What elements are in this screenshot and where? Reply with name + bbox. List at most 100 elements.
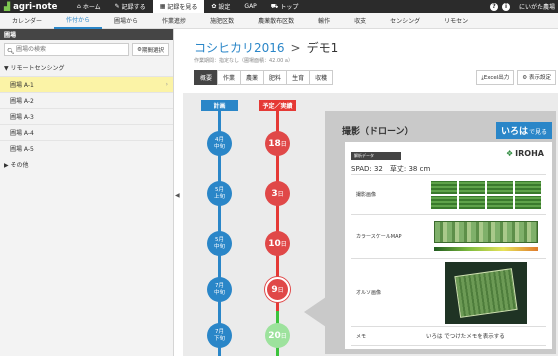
crop-title-link[interactable]: コシヒカリ2016 [194,39,285,56]
subnav-progress[interactable]: 作業進捗 [150,13,198,29]
collapse-sidebar-icon[interactable]: ◀ [175,192,180,199]
tab-pesticide[interactable]: 農薬 [240,70,265,85]
display-settings-label: 表示設定 [528,75,551,81]
subnav-sensing[interactable]: センシング [378,13,432,29]
plan-node[interactable]: 7月 中旬 [207,277,232,302]
nav-view-records[interactable]: ▦ 記録を見る [152,0,205,13]
nav-home[interactable]: ⌂ ホーム [70,0,108,13]
user-menu[interactable]: にいがた農場 [519,2,555,11]
actual-node[interactable]: 18日 [265,131,290,156]
tab-growth[interactable]: 生育 [286,70,311,85]
image-thumbnail[interactable] [459,180,485,194]
sidebar-item-field-a2[interactable]: 圃場 A-2 [0,92,173,108]
group-remote-sensing[interactable]: ▼ リモートセンシング [0,59,173,76]
subnav-rotation[interactable]: 輸作 [306,13,342,29]
color-scale-map[interactable] [426,215,546,258]
image-thumbnails [431,180,541,209]
view-in-iroha-suffix: で見る [528,129,547,136]
nav-top-label: トップ [280,4,299,11]
subnav-by-field[interactable]: 圃場から [102,13,150,29]
actual-node-selected[interactable]: 9日 [265,277,290,302]
subnav-by-crop[interactable]: 作付から [54,13,103,29]
view-in-iroha-button[interactable]: いろは で見る [495,122,552,139]
plan-node[interactable]: 5月 上旬 [207,181,232,206]
subnav-pesticide[interactable]: 農薬散布区数 [246,13,306,29]
actual-node[interactable]: 3日 [265,181,290,206]
row-label: 撮影画像 [356,192,377,198]
sidebar-item-label: 圃場 A-5 [10,146,34,153]
ortho-photo [445,261,527,324]
list-icon: ▦ [159,3,166,10]
image-thumbnail[interactable] [515,180,541,194]
actual-column-header: 予定／実績 [259,100,296,111]
ortho-image[interactable] [426,259,546,326]
actual-node-day: 18 [268,139,281,149]
row-memo: メモ いろは でつけたメモを表示する [351,326,546,346]
app-logo[interactable]: ▟ agri-note [0,2,70,12]
help-icon[interactable]: ? [489,2,498,11]
sidebar-item-label: 圃場 A-4 [10,130,34,137]
group-other[interactable]: ▶ その他 [0,156,173,173]
plan-node[interactable]: 4月 中旬 [207,131,232,156]
sidebar-item-field-a4[interactable]: 圃場 A-4 [0,124,173,140]
subnav-fertilizer[interactable]: 施肥区数 [198,13,246,29]
drone-detail-panel: 撮影（ドローン） いろは で見る 解析データ ❖ IROHA SPAD: 32 草丈… [325,111,556,354]
plan-node-month: 5月 [215,186,224,193]
sidebar: 圃場 🔍︎ ⚙ 期間選択 ▼ リモートセンシング 圃場 A-1› 圃場 A-2 … [0,29,174,356]
sidebar-header: 圃場 [0,29,173,40]
image-thumbnail[interactable] [487,195,513,209]
actual-node-upcoming[interactable]: 20日 [265,323,290,348]
image-thumbnail[interactable] [459,195,485,209]
search-icon: 🔍︎ [7,48,15,55]
plan-node[interactable]: 7月 下旬 [207,323,232,348]
tab-work[interactable]: 作業 [217,70,242,85]
top-right: ? i にいがた農場 [489,2,558,11]
nav-gap[interactable]: GAP [237,0,263,13]
nav-settings[interactable]: ✿ 設定 [204,0,237,13]
analysis-tag: 解析データ [351,152,401,160]
sidebar-item-field-a3[interactable]: 圃場 A-3 [0,108,173,124]
row-ortho-image: オルソ画像 [351,258,546,326]
tab-harvest[interactable]: 収穫 [309,70,334,85]
plan-node[interactable]: 5月 中旬 [207,231,232,256]
actual-node-day: 10 [268,239,281,249]
image-thumbnail[interactable] [431,195,457,209]
color-scale-grid [434,220,538,243]
plan-node-period: 下旬 [213,335,225,342]
excel-export-button[interactable]: ⤓Excel出力 [476,70,515,85]
actual-node-unit: 日 [280,141,287,148]
detail-pointer [304,297,326,327]
actual-node[interactable]: 10日 [265,231,290,256]
period-select-button[interactable]: ⚙ 期間選択 [132,43,169,56]
row-label: カラースケールMAP [356,234,402,240]
nav-record[interactable]: ✎ 記録する [108,0,153,13]
leaf-icon: ▟ [4,2,11,11]
tab-fertilizer[interactable]: 肥料 [263,70,288,85]
nav-view-records-label: 記録を見る [167,4,198,11]
image-thumbnail[interactable] [515,195,541,209]
sidebar-item-field-a5[interactable]: 圃場 A-5 [0,140,173,156]
image-thumbnail[interactable] [431,180,457,194]
plan-node-month: 7月 [215,328,224,335]
subnav-remote-sensing[interactable]: リモセン [432,13,480,29]
actual-node-day: 20 [268,331,281,341]
home-icon: ⌂ [77,3,81,10]
plan-column-header: 計画 [201,100,238,111]
sidebar-search-row: 🔍︎ ⚙ 期間選択 [0,40,173,59]
captured-images[interactable] [426,175,546,214]
sidebar-item-label: 圃場 A-2 [10,98,34,105]
nav-top[interactable]: ⛟ トップ [264,0,306,13]
iroha-logo-text: IROHA [515,149,544,158]
row-captured-images: 撮影画像 [351,174,546,214]
tab-overview[interactable]: 概要 [194,70,219,85]
subnav-balance[interactable]: 収支 [342,13,378,29]
image-thumbnail[interactable] [487,180,513,194]
display-settings-button[interactable]: ⚙ 表示設定 [517,70,556,85]
field-search-input[interactable] [4,43,130,56]
info-icon[interactable]: i [501,2,510,11]
sidebar-item-field-a1[interactable]: 圃場 A-1 › [0,76,173,92]
title-row: コシヒカリ2016 > デモ1 [194,39,338,56]
subnav-calendar[interactable]: カレンダー [0,13,54,29]
plan-node-period: 中旬 [213,143,225,150]
spad-metric: SPAD: 32 草丈: 38 cm [351,165,431,173]
